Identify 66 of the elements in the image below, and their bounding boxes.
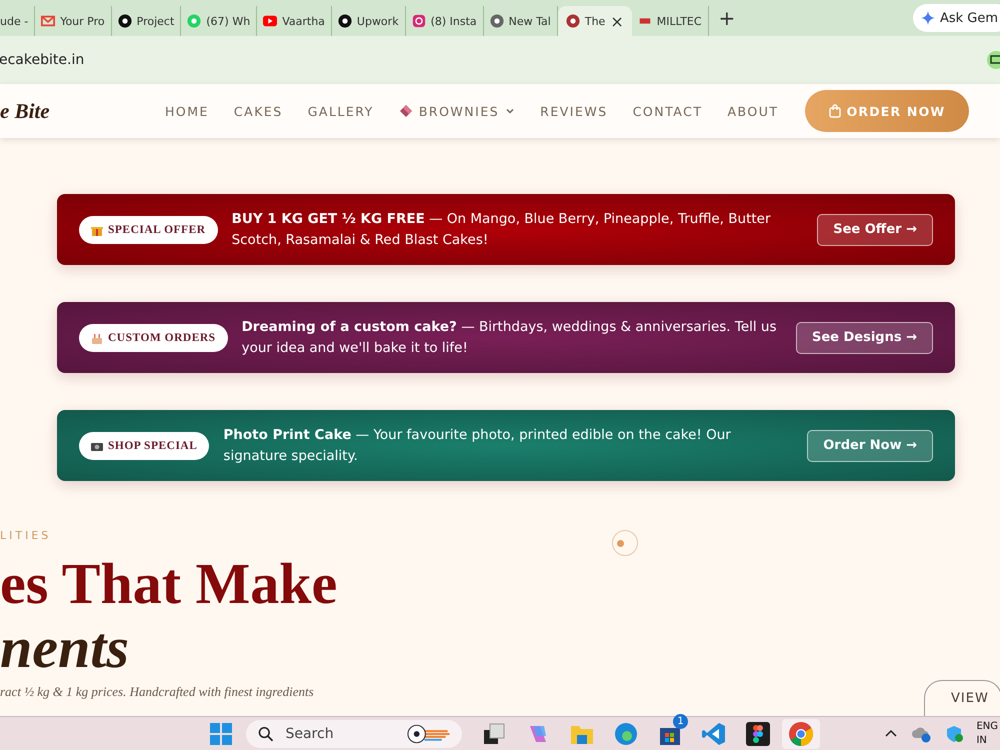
nav-link[interactable]: CONTACT: [632, 104, 702, 118]
tab-title: (67) Wh: [206, 14, 250, 28]
tab-title: (8) Insta: [430, 14, 477, 28]
tab-title: ude -: [0, 14, 28, 28]
promo-badge: SPECIAL OFFER: [79, 216, 218, 244]
close-icon[interactable]: ×: [610, 12, 624, 30]
section-eyebrow: LITIES: [0, 529, 52, 542]
nav-link[interactable]: BROWNIES: [398, 104, 516, 118]
nav-link[interactable]: GALLERY: [308, 104, 374, 118]
monitor-icon[interactable]: [987, 51, 1000, 69]
search-field[interactable]: Search: [285, 726, 396, 742]
play-icon: [263, 14, 278, 28]
section-heading: es That Make: [0, 552, 338, 616]
tab-title: Vaartha: [282, 14, 325, 28]
taskbar-app[interactable]: [782, 718, 820, 748]
tab-title: Upwork: [356, 14, 399, 28]
task-view-icon[interactable]: [482, 722, 506, 746]
tab-title: The: [584, 14, 606, 28]
search-icon: [258, 726, 274, 742]
caret-icon: [505, 106, 516, 116]
address-text[interactable]: ecakebite.in: [0, 52, 84, 68]
cloud-icon[interactable]: [912, 724, 932, 742]
nav-link[interactable]: REVIEWS: [540, 104, 608, 118]
ball-icon: [407, 724, 450, 744]
shield-icon[interactable]: [946, 724, 964, 742]
tab-title: MILLTEC: [656, 14, 702, 28]
promo-badge: CUSTOM ORDERS: [79, 324, 228, 352]
site-icon: [566, 14, 580, 28]
search-bar[interactable]: Search: [246, 720, 462, 748]
nav-link[interactable]: HOME: [165, 104, 209, 118]
bag-icon: [828, 104, 842, 118]
ask-button[interactable]: Ask Gem: [912, 4, 1000, 32]
promo-text: BUY 1 KG GET ½ KG FREE — On Mango, Blue Berry, Pineapple, Truffle, Butter Scotch, Rasamalai & Red Blast Cakes!: [232, 210, 772, 250]
tab-title: Your Pro: [60, 14, 105, 28]
nav-link[interactable]: ABOUT: [727, 104, 778, 118]
site-icon: [490, 14, 504, 28]
site-icon: [187, 14, 202, 28]
site-icon: [338, 14, 352, 28]
site-icon: [412, 14, 426, 28]
language-text[interactable]: ENG: [976, 720, 998, 734]
mail-icon: [41, 14, 56, 28]
logo-text[interactable]: e Bite: [0, 98, 165, 124]
notification-badge: 1: [673, 714, 688, 728]
banner-button[interactable]: See Designs →: [796, 322, 933, 354]
windows-icon[interactable]: [210, 722, 232, 744]
sparkle-icon: [920, 11, 935, 25]
new-tab-button[interactable]: +: [708, 6, 746, 30]
loading-indicator: [612, 530, 638, 556]
promo-text: Photo Print Cake — Your favourite photo, printed edible on the cake! Our signature speciality.: [223, 426, 732, 466]
section-heading: nents: [0, 616, 130, 680]
banner-button[interactable]: Order Now →: [807, 430, 933, 462]
browser-tab[interactable]: The ×: [558, 6, 632, 36]
banner-button[interactable]: See Offer →: [817, 214, 933, 246]
tab-title: New Tal: [508, 14, 551, 28]
tab-title: Project: [136, 14, 174, 28]
nav-link[interactable]: CAKES: [234, 104, 283, 118]
code-editor-icon[interactable]: [702, 722, 726, 746]
brownie-icon: [398, 104, 413, 118]
region-text[interactable]: IN: [976, 734, 998, 748]
site-icon: [118, 14, 132, 28]
promo-text: Dreaming of a custom cake? — Birthdays, weddings & anniversaries. Tell us your idea and we'll bake it to life!: [242, 318, 778, 358]
cake-icon: [91, 332, 103, 344]
promo-badge: SHOP SPECIAL: [79, 432, 210, 460]
figma-icon[interactable]: [746, 722, 770, 746]
chrome-icon: [788, 720, 814, 746]
section-paragraph: ract ½ kg & 1 kg prices. Handcrafted with finest ingredients: [0, 684, 314, 700]
